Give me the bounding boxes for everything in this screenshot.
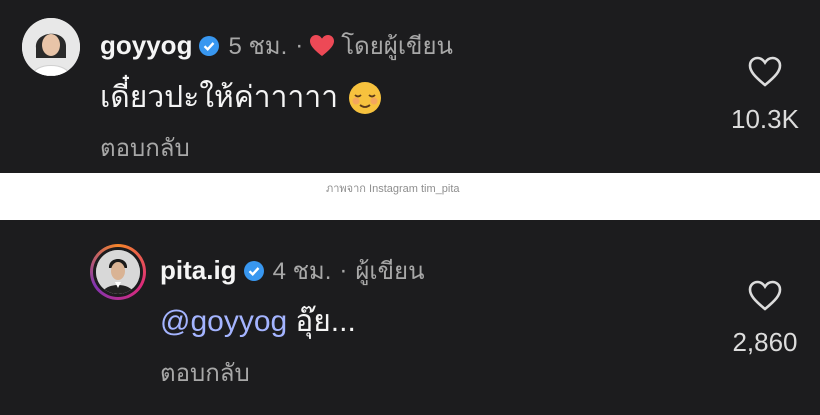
heart-outline-icon[interactable] bbox=[748, 280, 782, 312]
avatar bbox=[96, 250, 140, 294]
timestamp: 4 ชม. bbox=[272, 258, 332, 285]
avatar-story-ring[interactable] bbox=[90, 244, 146, 300]
comment-header: pita.ig 4 ชม. · ผู้เขียน bbox=[160, 251, 425, 290]
comment-text: เดี๋ยวปะให้ค่าาาาา bbox=[100, 74, 382, 121]
reply-button[interactable]: ตอบกลับ bbox=[100, 128, 190, 167]
verified-badge-icon bbox=[243, 260, 265, 282]
comment-body: อุ๊ย... bbox=[295, 305, 356, 338]
verified-badge-icon bbox=[198, 35, 220, 57]
like-count: 10.3K bbox=[731, 104, 799, 134]
mention-link[interactable]: @goyyog bbox=[160, 305, 287, 339]
username[interactable]: pita.ig bbox=[160, 255, 237, 286]
username[interactable]: goyyog bbox=[100, 30, 192, 61]
relieved-face-icon bbox=[348, 81, 382, 115]
comment-body: เดี๋ยวปะให้ค่าาาาา bbox=[100, 81, 339, 114]
image-credit-text: ภาพจาก Instagram tim_pita bbox=[326, 183, 460, 195]
heart-filled-icon bbox=[309, 34, 335, 58]
separator: · bbox=[339, 256, 348, 284]
heart-outline-icon[interactable] bbox=[748, 56, 782, 88]
author-label: ผู้เขียน bbox=[355, 258, 425, 285]
comment-goyyog: goyyog 5 ชม. · โดยผู้เขียน เดี๋ยวปะให้ค่… bbox=[0, 0, 820, 173]
image-credit: ภาพจาก Instagram tim_pita bbox=[0, 173, 820, 220]
separator: · bbox=[295, 31, 304, 59]
comment-header: goyyog 5 ชม. · โดยผู้เขียน bbox=[100, 26, 453, 65]
reply-button[interactable]: ตอบกลับ bbox=[160, 353, 250, 392]
like-count: 2,860 bbox=[732, 327, 798, 357]
author-liked-label: โดยผู้เขียน bbox=[341, 33, 453, 60]
timestamp: 5 ชม. bbox=[228, 33, 288, 60]
avatar[interactable] bbox=[22, 18, 80, 76]
comment-text: @goyyog อุ๊ย... bbox=[160, 298, 356, 345]
